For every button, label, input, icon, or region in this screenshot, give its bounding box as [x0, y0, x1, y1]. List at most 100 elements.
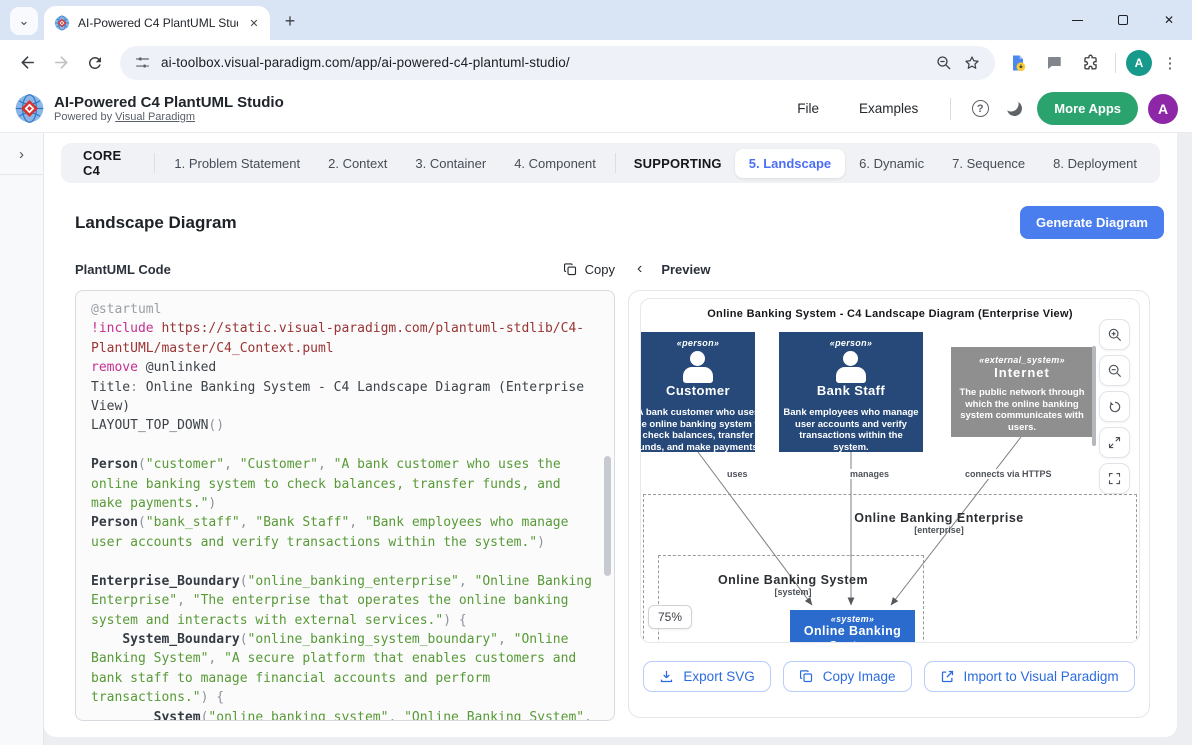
code-scrollbar[interactable] [604, 456, 611, 576]
preview-zoom-controls [1099, 319, 1130, 494]
download-icon [659, 669, 674, 684]
plantuml-code-editor[interactable]: @startuml!include https://static.visual-… [75, 290, 615, 721]
browser-window: ⌄ AI-Powered C4 PlantUML Studio ✕ + ✕ ai… [0, 0, 1192, 745]
plus-icon: + [285, 11, 296, 32]
tab-search-button[interactable]: ⌄ [10, 7, 38, 35]
url-text[interactable]: ai-toolbox.visual-paradigm.com/app/ai-po… [161, 55, 925, 70]
maximize-icon [1118, 15, 1128, 25]
group-label-core: CORE C4 [70, 148, 149, 178]
help-button[interactable]: ? [963, 92, 997, 126]
edge-label-uses: uses [725, 469, 750, 479]
zoom-out-button[interactable] [1099, 355, 1130, 386]
tab-deployment[interactable]: 8. Deployment [1039, 149, 1151, 178]
back-button[interactable] [10, 46, 44, 80]
comment-button[interactable] [1039, 48, 1069, 78]
forward-arrow-icon [52, 53, 71, 72]
tab-landscape[interactable]: 5. Landscape [735, 149, 845, 178]
app-titles: AI-Powered C4 PlantUML Studio Powered by… [54, 94, 284, 124]
content-header: Landscape Diagram Generate Diagram [44, 183, 1177, 239]
minimize-button[interactable] [1054, 0, 1100, 40]
forward-button[interactable] [44, 46, 78, 80]
code-panel-label: PlantUML Code [75, 262, 171, 277]
diagram-tabbar: CORE C4 1. Problem Statement 2. Context … [61, 143, 1160, 183]
more-apps-button[interactable]: More Apps [1037, 92, 1138, 125]
dark-mode-button[interactable] [997, 92, 1031, 126]
menu-file[interactable]: File [777, 101, 839, 116]
group-label-supporting: SUPPORTING [621, 156, 735, 171]
sidebar-expand-button[interactable]: › [19, 146, 24, 163]
help-icon: ? [972, 100, 989, 117]
visual-paradigm-link[interactable]: Visual Paradigm [115, 111, 195, 123]
import-to-visual-paradigm-button[interactable]: Import to Visual Paradigm [924, 661, 1135, 692]
reset-view-button[interactable] [1099, 391, 1130, 422]
code-column: PlantUML Code Copy @startuml!include htt… [75, 257, 615, 721]
back-arrow-icon [18, 53, 37, 72]
visual-paradigm-logo [14, 93, 45, 124]
header-divider [950, 98, 951, 120]
zoom-out-page-icon[interactable] [935, 54, 953, 72]
generate-diagram-button[interactable]: Generate Diagram [1020, 206, 1164, 239]
zoom-level-badge: 75% [648, 605, 692, 629]
edge-label-connects: connects via HTTPS [963, 469, 1054, 479]
person-icon [681, 351, 715, 383]
tab-container[interactable]: 3. Container [401, 149, 500, 178]
diagram-canvas[interactable]: Online Banking System - C4 Landscape Dia… [640, 298, 1140, 643]
code-text: @startuml!include https://static.visual-… [91, 300, 594, 721]
extensions-button[interactable] [1075, 48, 1105, 78]
customer-person-box: «person» Customer A bank customer who us… [641, 332, 755, 452]
toolbar-right: A ⋮ [1003, 48, 1182, 78]
maximize-button[interactable] [1100, 0, 1146, 40]
copy-icon [563, 262, 578, 277]
tab-context[interactable]: 2. Context [314, 149, 401, 178]
person-icon [834, 351, 868, 383]
tab-component[interactable]: 4. Component [500, 149, 610, 178]
close-icon: ✕ [1164, 13, 1174, 27]
online-banking-system-box: «system» Online Banking System [790, 610, 915, 643]
bookmark-star-icon[interactable] [963, 54, 981, 72]
copy-code-button[interactable]: Copy [563, 262, 615, 277]
preview-actions: Export SVG Copy Image Import to Visual P… [629, 661, 1149, 692]
browser-menu-button[interactable]: ⋮ [1158, 54, 1182, 72]
main-panel: CORE C4 1. Problem Statement 2. Context … [44, 133, 1177, 737]
internet-external-system-box: «external_system» Internet The public ne… [951, 347, 1093, 437]
tab-sequence[interactable]: 7. Sequence [938, 149, 1039, 178]
tab-problem-statement[interactable]: 1. Problem Statement [160, 149, 314, 178]
preview-scrollbar[interactable] [1092, 346, 1096, 446]
powered-by: Powered by Visual Paradigm [54, 111, 284, 124]
preview-card: Online Banking System - C4 Landscape Dia… [628, 290, 1150, 718]
enterprise-boundary-label: Online Banking Enterprise [enterprise] [789, 511, 1089, 535]
reset-icon [1107, 399, 1123, 415]
close-window-button[interactable]: ✕ [1146, 0, 1192, 40]
copy-image-button[interactable]: Copy Image [783, 661, 912, 692]
fit-to-view-button[interactable] [1099, 427, 1130, 458]
sidebar-divider [0, 174, 44, 175]
tab-title: AI-Powered C4 PlantUML Studio [78, 16, 238, 30]
toolbar-divider [1115, 53, 1116, 73]
preview-panel-header: ‹ Preview [628, 257, 1150, 281]
site-info-icon[interactable] [134, 54, 151, 71]
zoom-in-icon [1107, 327, 1123, 343]
zoom-in-button[interactable] [1099, 319, 1130, 350]
window-controls: ✕ [1054, 0, 1192, 40]
workspace: › CORE C4 1. Problem Statement 2. Contex… [0, 133, 1192, 745]
tab-close-icon[interactable]: ✕ [246, 15, 262, 31]
address-bar[interactable]: ai-toolbox.visual-paradigm.com/app/ai-po… [120, 46, 995, 80]
external-link-icon [940, 669, 955, 684]
puzzle-icon [1081, 53, 1100, 72]
copy-icon [799, 669, 814, 684]
export-svg-button[interactable]: Export SVG [643, 661, 770, 692]
preview-label: Preview [661, 262, 710, 277]
download-extension-button[interactable] [1003, 48, 1033, 78]
system-boundary-label: Online Banking System [system] [683, 573, 903, 597]
menu-examples[interactable]: Examples [839, 101, 938, 116]
tab-dynamic[interactable]: 6. Dynamic [845, 149, 938, 178]
fullscreen-button[interactable] [1099, 463, 1130, 494]
reload-button[interactable] [78, 46, 112, 80]
new-tab-button[interactable]: + [276, 7, 304, 35]
browser-tab[interactable]: AI-Powered C4 PlantUML Studio ✕ [44, 6, 270, 40]
zoom-out-icon [1107, 363, 1123, 379]
moon-icon [1005, 99, 1023, 117]
collapse-preview-button[interactable]: ‹ [637, 260, 642, 278]
browser-profile-avatar[interactable]: A [1126, 50, 1152, 76]
user-avatar[interactable]: A [1148, 94, 1178, 124]
